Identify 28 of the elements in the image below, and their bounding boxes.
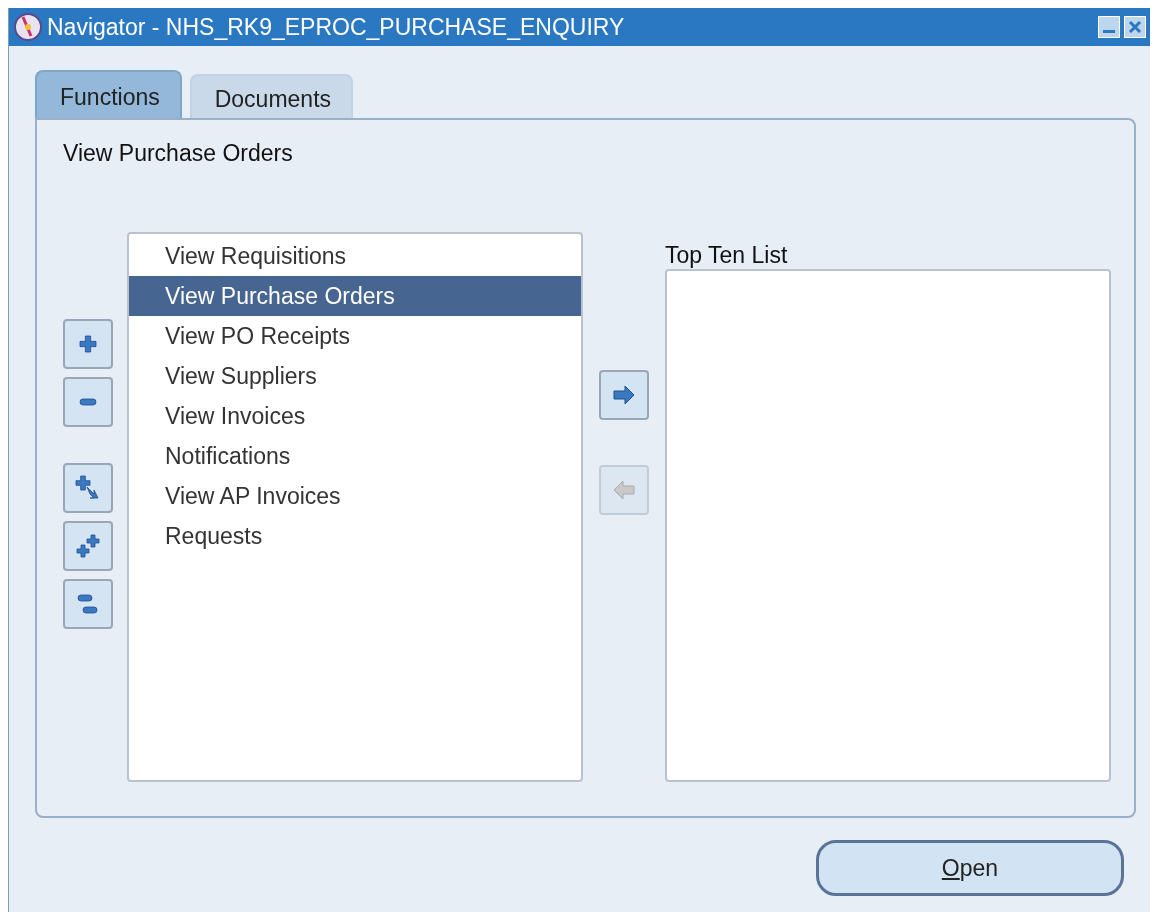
tree-button[interactable]	[63, 463, 113, 513]
minimize-button[interactable]	[1098, 16, 1120, 38]
list-item[interactable]: View Invoices	[129, 396, 581, 436]
minimize-icon	[1103, 30, 1115, 33]
tree-button[interactable]	[63, 377, 113, 427]
window-title: Navigator - NHS_RK9_EPROC_PURCHASE_ENQUIRY	[47, 13, 626, 41]
tab[interactable]: Functions	[35, 70, 182, 118]
list-label: Top Ten List	[665, 242, 789, 269]
tree-button[interactable]	[63, 579, 113, 629]
list-item[interactable]: View Purchase Orders	[129, 276, 581, 316]
tree-button[interactable]	[63, 319, 113, 369]
open-button[interactable]: Open	[816, 840, 1124, 896]
list-item[interactable]: Requests	[129, 516, 581, 556]
close-button[interactable]	[1124, 16, 1146, 38]
list-item[interactable]: View Suppliers	[129, 356, 581, 396]
double-plus-icon	[75, 533, 101, 559]
list-item[interactable]: View AP Invoices	[129, 476, 581, 516]
close-icon	[1128, 20, 1142, 34]
double-minus-icon	[75, 591, 101, 617]
list-item[interactable]: View PO Receipts	[129, 316, 581, 356]
list-item[interactable]: Notifications	[129, 436, 581, 476]
tree-button[interactable]	[63, 521, 113, 571]
plus-arrow-icon	[75, 475, 101, 501]
tab[interactable]: Documents	[189, 74, 354, 118]
globe-icon	[13, 12, 43, 42]
list-item[interactable]: View Requisitions	[129, 236, 581, 276]
transfer-button[interactable]	[599, 370, 649, 420]
selected-function-label: View Purchase Orders	[63, 140, 294, 167]
